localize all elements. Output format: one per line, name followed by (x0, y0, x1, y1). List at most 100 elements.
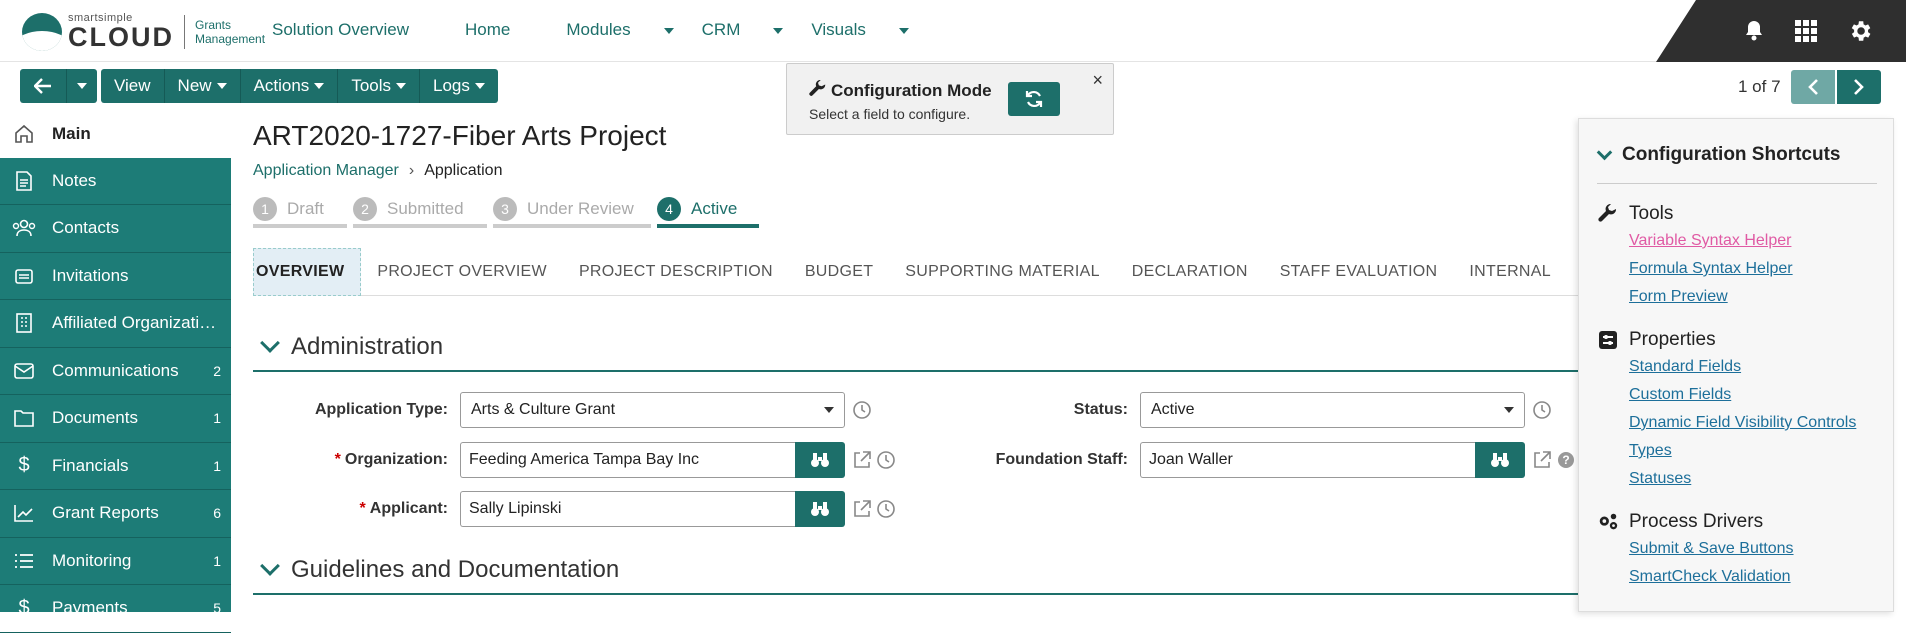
statuses-link[interactable]: Statuses (1629, 465, 1856, 493)
configuration-shortcuts-title: Configuration Shortcuts (1622, 144, 1841, 165)
configuration-mode-subtitle: Select a field to configure. (809, 106, 971, 122)
breadcrumb-parent-link[interactable]: Application Manager (253, 162, 399, 179)
top-nav: Solution Overview Home Modules CRM Visua… (272, 20, 937, 40)
sidebar-item-contacts[interactable]: Contacts (0, 205, 231, 253)
step-submitted[interactable]: 2 Submitted (353, 194, 487, 228)
back-button[interactable] (20, 69, 67, 103)
history-icon[interactable] (1531, 399, 1553, 421)
tab-supporting-material[interactable]: SUPPORTING MATERIAL (889, 248, 1115, 296)
form-preview-link[interactable]: Form Preview (1629, 283, 1793, 311)
sidebar-item-payments[interactable]: $ Payments 5 (0, 585, 231, 633)
nav-crm[interactable]: CRM (702, 20, 784, 40)
configuration-mode-banner: Configuration Mode Select a field to con… (786, 63, 1114, 135)
tab-declaration[interactable]: DECLARATION (1116, 248, 1264, 296)
sidebar-item-financials[interactable]: $ Financials 1 (0, 443, 231, 490)
submit-save-buttons-link[interactable]: Submit & Save Buttons (1629, 535, 1794, 563)
sidebar-item-documents[interactable]: Documents 1 (0, 395, 231, 443)
previous-record-button[interactable] (1790, 70, 1835, 104)
new-button[interactable]: New (165, 69, 241, 103)
shortcut-group-title: Tools (1597, 201, 1793, 227)
chevron-right-icon (1853, 79, 1864, 95)
external-link-icon[interactable] (851, 449, 873, 471)
organization-field[interactable]: Feeding America Tampa Bay Inc (460, 442, 795, 478)
caret-down-icon (77, 83, 87, 89)
organization-lookup-button[interactable] (795, 442, 845, 478)
history-icon[interactable] (875, 498, 897, 520)
chevron-right-icon: › (408, 162, 415, 179)
tab-project-overview[interactable]: PROJECT OVERVIEW (361, 248, 563, 296)
sidebar-item-label: Main (52, 123, 91, 143)
application-type-select[interactable]: Arts & Culture Grant (460, 392, 845, 428)
section-administration[interactable]: Administration (253, 324, 1583, 372)
nav-modules[interactable]: Modules (566, 20, 674, 40)
status-select[interactable]: Active (1140, 392, 1525, 428)
logo[interactable]: smartsimple CLOUD Grants Management (22, 12, 265, 52)
step-draft[interactable]: 1 Draft (253, 194, 347, 228)
applicant-field[interactable]: Sally Lipinski (460, 491, 795, 527)
sidebar-item-main[interactable]: Main (0, 110, 231, 158)
section-title: Guidelines and Documentation (291, 556, 620, 583)
caret-down-icon (898, 27, 909, 34)
caret-down-icon (824, 407, 834, 413)
sidebar-item-label: Invitations (52, 265, 129, 285)
custom-fields-link[interactable]: Custom Fields (1629, 381, 1856, 409)
types-link[interactable]: Types (1629, 437, 1856, 465)
formula-syntax-helper-link[interactable]: Formula Syntax Helper (1629, 255, 1793, 283)
step-under-review[interactable]: 3 Under Review (493, 194, 651, 228)
tab-staff-evaluation[interactable]: STAFF EVALUATION (1264, 248, 1454, 296)
next-record-button[interactable] (1836, 70, 1881, 104)
back-dropdown-button[interactable] (67, 69, 97, 103)
standard-fields-link[interactable]: Standard Fields (1629, 353, 1856, 381)
nav-home[interactable]: Home (465, 20, 538, 40)
apps-grid-icon[interactable] (1792, 17, 1820, 45)
configuration-shortcuts-header[interactable]: Configuration Shortcuts (1596, 144, 1877, 184)
home-icon (12, 124, 36, 144)
sidebar-item-notes[interactable]: Notes (0, 158, 231, 205)
foundation-staff-lookup-button[interactable] (1475, 442, 1525, 478)
refresh-button[interactable] (1008, 82, 1060, 116)
external-link-icon[interactable] (851, 498, 873, 520)
logs-button[interactable]: Logs (420, 69, 498, 103)
view-button[interactable]: View (101, 69, 165, 103)
section-title: Administration (291, 333, 444, 360)
smartcheck-validation-link[interactable]: SmartCheck Validation (1629, 563, 1794, 591)
tools-button[interactable]: Tools (338, 69, 420, 103)
tab-overview[interactable]: OVERVIEW (253, 248, 362, 296)
nav-visuals[interactable]: Visuals (811, 20, 909, 40)
tab-project-description[interactable]: PROJECT DESCRIPTION (563, 248, 789, 296)
logo-product-line2: Management (195, 32, 266, 46)
help-icon[interactable]: ? (1555, 449, 1577, 471)
sidebar-item-invitations[interactable]: Invitations (0, 253, 231, 300)
history-icon[interactable] (875, 449, 897, 471)
sidebar-item-monitoring[interactable]: Monitoring 1 (0, 538, 231, 585)
step-active[interactable]: 4 Active (657, 194, 759, 228)
sidebar-item-communications[interactable]: Communications 2 (0, 348, 231, 395)
sidebar-item-grant-reports[interactable]: Grant Reports 6 (0, 490, 231, 538)
sidebar-item-count: 1 (213, 457, 221, 474)
configuration-mode-title: Configuration Mode (809, 79, 992, 101)
nav-solution-overview[interactable]: Solution Overview (272, 20, 437, 40)
breadcrumb: Application Manager › Application (253, 162, 502, 180)
utility-bar (1656, 0, 1906, 62)
applicant-lookup-button[interactable] (795, 491, 845, 527)
history-icon[interactable] (851, 399, 873, 421)
close-icon[interactable]: × (1092, 70, 1103, 91)
bell-icon[interactable] (1740, 17, 1768, 45)
foundation-staff-field[interactable]: Joan Waller (1140, 442, 1475, 478)
gear-icon[interactable] (1846, 17, 1874, 45)
logo-product-line1: Grants (195, 18, 232, 32)
binoculars-icon (811, 453, 829, 467)
sidebar-item-affiliated-organizations[interactable]: Affiliated Organizatio... (0, 300, 231, 348)
sidebar-item-count: 6 (213, 505, 221, 522)
tab-internal[interactable]: INTERNAL (1453, 248, 1567, 296)
dollar-icon: $ (18, 596, 30, 619)
external-link-icon[interactable] (1531, 449, 1553, 471)
sidebar-item-count: 5 (213, 600, 221, 617)
chevron-left-icon (1807, 79, 1818, 95)
actions-button[interactable]: Actions (241, 69, 339, 103)
variable-syntax-helper-link[interactable]: Variable Syntax Helper (1629, 227, 1793, 255)
section-guidelines[interactable]: Guidelines and Documentation (253, 547, 1583, 595)
application-type-label: Application Type: (314, 401, 448, 418)
dynamic-field-visibility-controls-link[interactable]: Dynamic Field Visibility Controls (1629, 409, 1856, 437)
tab-budget[interactable]: BUDGET (789, 248, 889, 296)
